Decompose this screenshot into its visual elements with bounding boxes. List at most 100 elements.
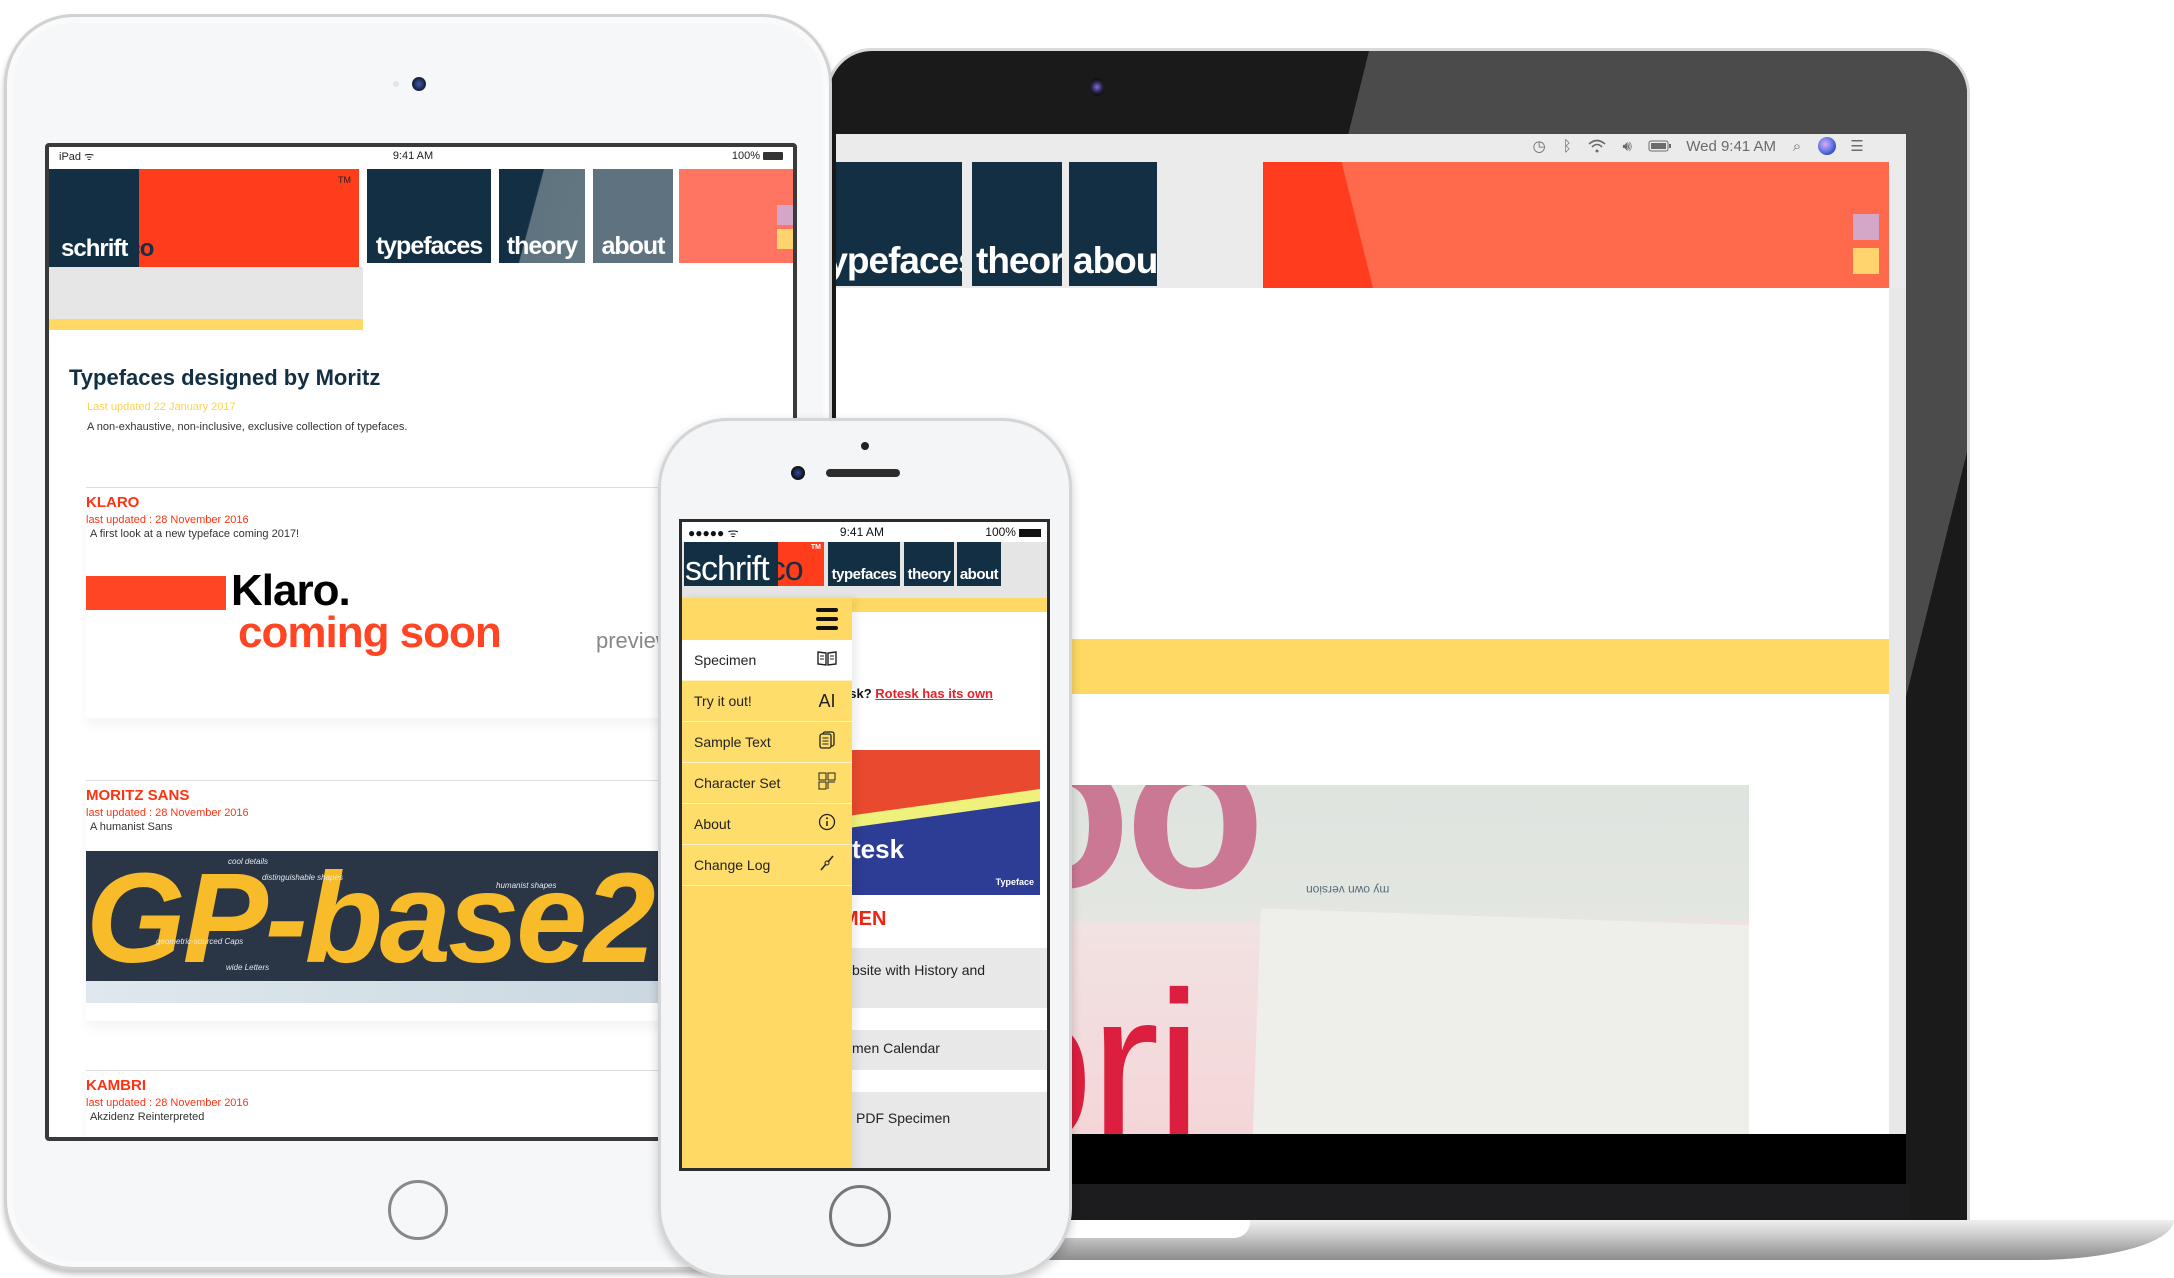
nav-theory[interactable]: theory <box>499 169 585 263</box>
side-menu: Specimen Try it out! AI Sample Text Char… <box>682 598 852 1168</box>
nav-theory[interactable]: theory <box>904 542 954 586</box>
nav-theory-label: theory <box>907 566 951 583</box>
hamburger-menu-icon[interactable] <box>682 598 852 640</box>
page-updated: Last updated 22 January 2017 <box>87 401 236 413</box>
nav-typefaces[interactable]: typefaces <box>828 542 900 586</box>
menu-item-specimen[interactable]: Specimen <box>682 640 852 681</box>
battery-icon[interactable] <box>1648 137 1672 155</box>
header-accent-block <box>1263 162 1889 288</box>
gp-base-title: GP-base2 <box>86 851 655 990</box>
logo-text: schriftco <box>61 235 154 263</box>
nav-about[interactable]: about <box>593 169 673 263</box>
status-time: 9:41 AM <box>839 525 884 539</box>
page-scrollbar[interactable] <box>1889 288 1906 1134</box>
macos-menubar: ◷ ᛒ 🔊︎ Wed 9:41 AM ⌕ ☰ <box>836 134 1906 158</box>
documents-icon <box>816 730 838 754</box>
logo-part2: co <box>768 550 804 586</box>
nav-typefaces[interactable]: typefaces <box>367 169 491 263</box>
typeface-name[interactable]: KLARO <box>86 494 139 511</box>
site-header: TM schriftco typefaces theory about <box>682 542 1047 598</box>
nav-about-label: about <box>601 232 665 260</box>
menu-item-label: About <box>694 816 731 832</box>
art-label: cool details <box>228 857 269 866</box>
wifi-icon[interactable] <box>1588 137 1606 155</box>
art-label: geometric-sourced Caps <box>156 937 244 946</box>
logo-part2: co <box>127 235 154 262</box>
signal-dots: ●●●●● <box>688 525 725 540</box>
ipad-sensor <box>393 81 399 87</box>
status-battery: 100% <box>732 150 783 162</box>
list-row[interactable]: bsite with History and <box>852 948 1047 1008</box>
swatch-yellow[interactable] <box>1853 248 1879 274</box>
menu-item-character-set[interactable]: Character Set <box>682 763 852 804</box>
iphone-proximity-sensor <box>861 442 869 450</box>
status-device: iPad ᯤ <box>59 149 94 164</box>
menubar-clock[interactable]: Wed 9:41 AM <box>1686 137 1776 155</box>
header-yellow-bar <box>49 319 363 330</box>
menu-item-try-it-out[interactable]: Try it out! AI <box>682 681 852 722</box>
photo-paper-sheet <box>1251 908 1749 1134</box>
schriftco-logo[interactable]: TM schriftco <box>684 542 824 586</box>
logo-text: schriftco <box>685 550 804 586</box>
header-accent-block <box>679 169 793 263</box>
signal-indicator: ●●●●● ᯤ <box>688 524 739 541</box>
bluetooth-icon[interactable]: ᛒ <box>1560 137 1574 155</box>
trademark: TM <box>338 175 351 185</box>
notification-center-icon[interactable]: ☰ <box>1850 137 1864 155</box>
banner-title: tesk <box>852 834 905 864</box>
klaro-red-bar <box>86 576 226 610</box>
typeface-name[interactable]: KAMBRI <box>86 1077 146 1094</box>
trademark: TM <box>810 544 821 551</box>
menu-item-label: Character Set <box>694 775 781 791</box>
typeface-updated: last updated : 28 November 2016 <box>86 807 249 819</box>
siri-icon[interactable] <box>1818 137 1836 155</box>
photo-mirror-text: my own version <box>1306 883 1390 897</box>
nav-theory-label: theory <box>506 232 578 260</box>
character-grid-icon <box>816 772 838 795</box>
header-grey-block <box>49 267 363 319</box>
rotesk-link[interactable]: Rotesk has its own <box>875 686 993 701</box>
iphone-speaker <box>826 469 900 477</box>
menu-item-label: Try it out! <box>694 693 752 709</box>
spotlight-icon[interactable]: ⌕ <box>1790 137 1804 155</box>
volume-icon[interactable]: 🔊︎ <box>1620 137 1634 155</box>
iphone-screen: ●●●●● ᯤ 9:41 AM 100% TM schriftco typefa… <box>679 519 1050 1171</box>
list-row[interactable]: PDF Specimen <box>852 1092 1047 1168</box>
nav-typefaces[interactable]: typefaces <box>836 162 962 286</box>
nav-about[interactable]: about <box>1069 162 1157 286</box>
menu-item-label: Sample Text <box>694 734 771 750</box>
menu-item-sample-text[interactable]: Sample Text <box>682 722 852 763</box>
swatch-pink[interactable] <box>777 205 793 225</box>
swatch-pink[interactable] <box>1853 214 1879 240</box>
ipad-home-button[interactable] <box>388 1180 448 1240</box>
iphone-home-button[interactable] <box>829 1185 891 1247</box>
nav-theory-label: theory <box>976 240 1062 281</box>
banner-tag: Typeface <box>995 877 1034 887</box>
schriftco-logo[interactable]: TM schriftco <box>49 169 359 267</box>
ipad-status-bar: iPad ᯤ 9:41 AM 100% <box>49 147 793 165</box>
page-description: A non-exhaustive, non-inclusive, exclusi… <box>87 421 408 433</box>
row-label: men Calendar <box>852 1040 940 1056</box>
site-header: TM schriftco typefaces theory about <box>49 169 793 267</box>
menu-item-change-log[interactable]: Change Log <box>682 845 852 886</box>
logo-part1: schrift <box>685 550 770 586</box>
battery-icon <box>1018 528 1041 537</box>
nav-about-label: about <box>959 566 999 583</box>
text-cursor-icon: AI <box>818 690 836 711</box>
nav-about-label: about <box>1073 240 1157 281</box>
battery-percent: 100% <box>985 525 1016 539</box>
time-machine-icon[interactable]: ◷ <box>1532 137 1546 155</box>
nav-theory[interactable]: theory <box>972 162 1062 286</box>
nav-about[interactable]: about <box>957 542 1001 586</box>
row-label: bsite with History and <box>852 962 986 978</box>
yellow-bar <box>852 598 1047 612</box>
menu-item-about[interactable]: About <box>682 804 852 845</box>
swatch-yellow[interactable] <box>777 229 793 249</box>
typeface-description: A humanist Sans <box>90 821 173 833</box>
typeface-name[interactable]: MORITZ SANS <box>86 787 189 804</box>
menu-item-label: Change Log <box>694 857 771 873</box>
intro-text: esk? Rotesk has its own <box>842 686 993 701</box>
list-row[interactable]: men Calendar <box>852 1030 1047 1070</box>
row-label: PDF Specimen <box>856 1110 951 1126</box>
book-icon <box>816 650 838 671</box>
